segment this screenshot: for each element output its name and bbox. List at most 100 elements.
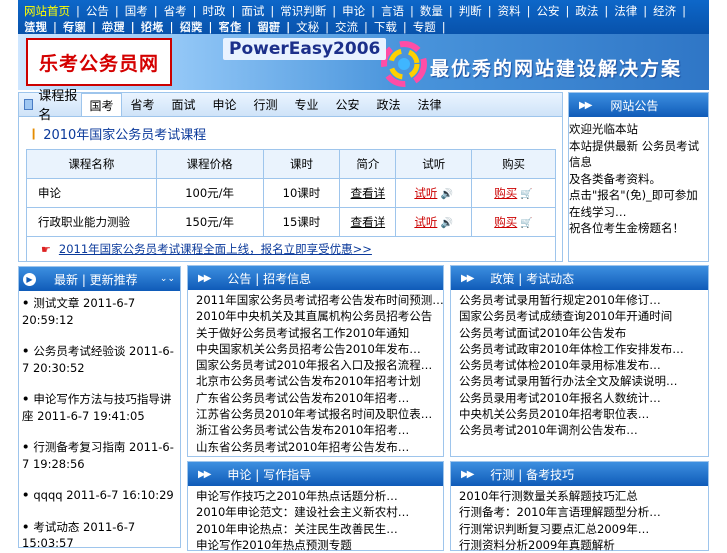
nav-separator: | [286,20,291,34]
item-title-link[interactable]: qqqq [33,488,62,502]
announcement-list: 欢迎光临本站 本站提供最新 公务员考试信息 及各类备考资料。 点击"报名"(免)_即可… [569,117,708,237]
nav-item[interactable]: 交流 [335,19,358,35]
nav-item[interactable]: 网站首页 [24,3,70,19]
news-link[interactable]: 行测常识判断复习要点汇总2009年… [459,521,708,537]
news-box-1: ▶▶ 公告 | 招考信息 2011年国家公务员考试招考公告发布时间预测… 2010年中… [187,265,444,457]
nav-item[interactable]: 申论 [342,3,365,19]
box-header: ▶▶ 政策 | 考试动态 [451,266,708,290]
news-link[interactable]: 北京市公务员考试公告发布2010年招考计划 [196,373,443,389]
news-link[interactable]: 江苏省公务员2010年考试报名时间及职位表… [196,406,443,422]
nav-separator: | [487,4,492,18]
tab-course-6[interactable]: 公安 [327,95,368,116]
tab-course-4[interactable]: 行测 [245,95,286,116]
nav-item[interactable]: 法规 [24,19,47,35]
nav-item[interactable]: 公告 [86,3,109,19]
tab-group-title: 课程报名 [19,89,81,123]
news-link[interactable]: 公务员考试录用暂行办法全文及解读说明… [459,373,708,389]
nav-item[interactable]: 经济 [653,3,676,19]
nav-item[interactable]: 时政 [203,3,226,19]
nav-item[interactable]: 言语 [381,3,404,19]
collapse-chevron-icon[interactable]: ⌄⌄ [160,274,175,284]
news-link[interactable]: 2011年国家公务员考试招考公告发布时间预测… [196,292,443,308]
news-link[interactable]: 公务员考试录用暂行规定2010年修订… [459,292,708,308]
item-title-link[interactable]: 公务员考试经验谈 [33,344,125,358]
nav-item[interactable]: 数量 [420,3,443,19]
news-link[interactable]: 国家公务员考试成绩查询2010年开通时间 [459,308,708,324]
news-link[interactable]: 公务员考试2010年调剂公告发布… [459,422,708,438]
news-link[interactable]: 公务员录用考试2010年报名人数统计… [459,390,708,406]
item-title-link[interactable]: 考试动态 [33,520,79,534]
tab-course-2[interactable]: 面试 [163,95,204,116]
news-link[interactable]: 中央机关公务员2010年招考职位表… [459,406,708,422]
nav-item[interactable]: 常识判断 [280,3,326,19]
listen-link[interactable]: 试听 [414,186,437,200]
course-title-text: 2010年国家公务员考试课程 [43,128,207,143]
nav-item[interactable]: 专家 [63,19,86,35]
speaker-icon: 🔊 [437,189,454,200]
news-link[interactable]: 山东省公务员考试2010年招考公告发布… [196,439,443,455]
news-link[interactable]: 2010年中央机关及其直属机构公务员招考公告 [196,308,443,324]
more-courses-link[interactable]: ☛ 2011年国家公务员考试课程全面上线，报名立即享受优惠>> [26,237,556,262]
nav-item[interactable]: 判断 [459,3,482,19]
news-link[interactable]: 申论写作技巧之2010年热点话题分析… [196,488,443,504]
item-title-link[interactable]: 测试文章 [33,296,79,310]
announcement-header: ▶▶ 网站公告 [569,93,708,117]
nav-item[interactable]: 法律 [614,3,637,19]
news-list: 2010年行测数量关系解题技巧汇总 行测备考：2010年言语理解题型分析… 行测常识… [451,486,708,553]
table-header-cell: 购买 [471,149,556,179]
table-header-cell: 试听 [395,149,473,179]
nav-item[interactable]: 名企 [218,19,241,35]
nav-item[interactable]: 招聘 [180,19,203,35]
news-link[interactable]: 浙江省公务员考试公告发布2010年招考… [196,422,443,438]
list-item: • 申论写作方法与技巧指导讲座 2011-6-7 19:41:05 [22,391,178,424]
nav-item[interactable]: 学员 [102,19,125,35]
announcement-title: 网站公告 [610,98,659,113]
listen-link[interactable]: 试听 [414,215,437,229]
nav-item[interactable]: 留言 [257,19,280,35]
nav-separator: | [371,4,375,18]
news-link[interactable]: 行测备考：2010年言语理解题型分析… [459,504,708,520]
course-panel: 课程报名 国考 省考 面试 申论 行测 专业 公安 政法 法律 ❙ 2010年国家公务员考试课程… [18,89,563,262]
news-link[interactable]: 中央国家机关公务员招考公告2010年发布… [196,341,443,357]
nav-item[interactable]: 政法 [575,3,598,19]
nav-item[interactable]: 国考 [125,3,148,19]
tab-course-8[interactable]: 法律 [409,95,450,116]
course-name: 行政职业能力测验 [26,207,157,237]
nav-separator: | [402,20,407,34]
announcement-box: ▶▶ 网站公告 欢迎光临本站 本站提供最新 公务员考试信息 及各类备考资料。 点击"报… [568,92,709,262]
site-logo[interactable]: 乐考公务员网 [26,38,172,86]
nav-item[interactable]: 下载 [374,19,397,35]
tab-course-1[interactable]: 省考 [122,95,163,116]
nav-item[interactable]: 文秘 [296,19,319,35]
nav-item[interactable]: 省考 [164,3,187,19]
course-intro-link[interactable]: 查看详 [339,178,397,208]
nav-item[interactable]: 论坛 [141,19,164,35]
tab-course-0[interactable]: 国考 [81,93,122,116]
news-link[interactable]: 广东省公务员考试公告发布2010年招考… [196,390,443,406]
banner-slogan: 最优秀的网站建设解决方案 [430,58,683,80]
news-link[interactable]: 关于做好公务员考试报名工作2010年通知 [196,325,443,341]
nav-item[interactable]: 面试 [241,3,264,19]
tab-course-7[interactable]: 政法 [368,95,409,116]
news-link[interactable]: 公务员考试体检2010年录用标准发布… [459,357,708,373]
more-courses-text[interactable]: 2011年国家公务员考试课程全面上线，报名立即享受优惠>> [59,241,372,257]
news-link[interactable]: 2010年申论热点：关注民生改善民生… [196,521,443,537]
list-item: • 公务员考试经验谈 2011-6-7 20:30:52 [22,343,178,376]
nav-item[interactable]: 公安 [537,3,560,19]
buy-link[interactable]: 购买 [494,215,517,229]
news-link[interactable]: 2010年行测数量关系解题技巧汇总 [459,488,708,504]
buy-link[interactable]: 购买 [494,186,517,200]
tab-course-3[interactable]: 申论 [204,95,245,116]
news-link[interactable]: 2010年申论范文：建设社会主义新农村… [196,504,443,520]
box-title: 公告 | 招考信息 [227,271,312,286]
item-title-link[interactable]: 行测备考复习指南 [33,440,125,454]
box-title: 政策 | 考试动态 [490,271,575,286]
news-link[interactable]: 公务员考试面试2010年公告发布 [459,325,708,341]
news-link[interactable]: 公务员考试政审2010年体检工作安排发布… [459,341,708,357]
nav-item[interactable]: 专题 [413,19,436,35]
logo-text: 乐考公务员网 [38,52,159,75]
news-link[interactable]: 国家公务员考试2010年报名入口及报名流程… [196,357,443,373]
tab-course-5[interactable]: 专业 [286,95,327,116]
nav-item[interactable]: 资料 [498,3,521,19]
course-intro-link[interactable]: 查看详 [339,207,397,237]
